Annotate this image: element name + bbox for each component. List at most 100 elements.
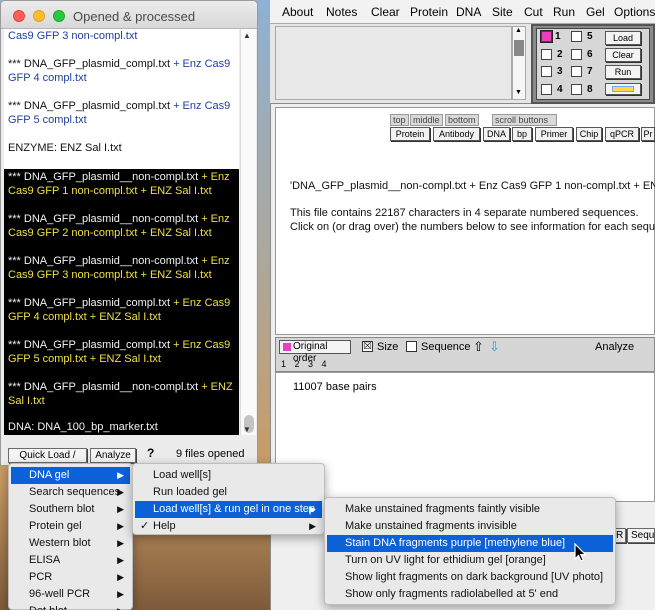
file-entry-line: *** DNA_GFP_plasmid__non-compl.txt + Enz bbox=[8, 170, 239, 184]
tool-bp-button[interactable]: bp bbox=[512, 127, 532, 141]
load-run-menu-item-label: Turn on UV light for ethidium gel [orang… bbox=[345, 554, 546, 566]
file-entry[interactable]: *** DNA_GFP_plasmid__non-compl.txt + ENZ… bbox=[4, 379, 239, 419]
menu-gel[interactable]: Gel bbox=[586, 5, 605, 19]
preview-scrollbar[interactable]: ▲ ▼ bbox=[512, 26, 526, 100]
menu-notes[interactable]: Notes bbox=[326, 5, 357, 19]
lane-checkbox-5[interactable] bbox=[571, 31, 582, 42]
size-checkbox[interactable]: ☒ bbox=[362, 341, 373, 352]
lane-checkbox-3[interactable] bbox=[541, 66, 552, 77]
scroll-top-tab[interactable]: top bbox=[390, 114, 409, 126]
down-arrow-icon[interactable]: ⇩ bbox=[489, 339, 500, 355]
main-menu-item[interactable]: PCR ▶ bbox=[11, 569, 130, 586]
analyze-button[interactable]: Analyze bbox=[90, 448, 136, 463]
lane-checkbox-2[interactable] bbox=[541, 49, 552, 60]
menu-site[interactable]: Site bbox=[492, 5, 513, 19]
stain-color-swatch bbox=[612, 86, 634, 92]
main-menu-item[interactable]: ELISA ▶ bbox=[11, 552, 130, 569]
up-arrow-icon[interactable]: ⇧ bbox=[473, 339, 484, 355]
maximize-icon[interactable] bbox=[53, 10, 65, 22]
file-entry-text: *** DNA_GFP_plasmid__non-compl.txt bbox=[8, 171, 199, 183]
sequence-button[interactable]: Seque bbox=[627, 528, 655, 543]
minimize-icon[interactable] bbox=[33, 10, 45, 22]
help-button[interactable]: ? bbox=[147, 446, 154, 460]
scrollbar-thumb[interactable] bbox=[514, 40, 524, 56]
main-menu-item[interactable]: DNA gel ▶ bbox=[11, 467, 130, 484]
tool-protein-button[interactable]: Protein bbox=[390, 127, 430, 141]
menu-options[interactable]: Options bbox=[614, 5, 655, 19]
scroll-bottom-tab[interactable]: bottom bbox=[445, 114, 479, 126]
tool-chip-button[interactable]: Chip bbox=[576, 127, 602, 141]
file-entry[interactable]: *** DNA_GFP_plasmid_compl.txt + Enz Cas9… bbox=[4, 337, 239, 379]
lane-checkbox-6[interactable] bbox=[571, 49, 582, 60]
analyze-button[interactable]: Analyze bbox=[595, 341, 634, 353]
up-arrow-icon[interactable]: ▲ bbox=[243, 31, 251, 40]
dna-gel-menu-item[interactable]: Load well[s] bbox=[135, 467, 322, 484]
file-entry[interactable]: *** DNA_GFP_plasmid__non-compl.txt + Enz… bbox=[4, 169, 239, 211]
main-menu-item[interactable]: Southern blot ▶ bbox=[11, 501, 130, 518]
dna-gel-menu-item[interactable]: Load well[s] & run gel in one step ▶ bbox=[135, 501, 322, 518]
file-entry[interactable]: ENZYME: ENZ Sal I.txt bbox=[4, 141, 239, 169]
lane-checkbox-1[interactable] bbox=[540, 30, 553, 43]
file-entry[interactable]: *** DNA_GFP_plasmid_compl.txt + Enz Cas9… bbox=[4, 99, 239, 127]
scroll-middle-tab[interactable]: middle bbox=[410, 114, 443, 126]
menu-run[interactable]: Run bbox=[553, 5, 575, 19]
file-entry-text: Cas9 GFP 3 non-compl.txt + ENZ Sal I.txt bbox=[8, 269, 212, 281]
main-menu-item-label: PCR bbox=[29, 571, 53, 583]
tool-qpcr-button[interactable]: qPCR bbox=[605, 127, 639, 141]
file-entry-text: *** DNA_GFP_plasmid_compl.txt bbox=[8, 339, 171, 351]
load-run-menu-item[interactable]: Make unstained fragments invisible bbox=[327, 518, 613, 535]
window-titlebar[interactable]: Opened & processed bbox=[1, 1, 257, 29]
clear-button[interactable]: Clear bbox=[605, 48, 641, 62]
load-button[interactable]: Load bbox=[605, 31, 641, 45]
main-menu-item-label: Southern blot bbox=[29, 503, 95, 515]
dna-gel-menu-item-label: Load well[s] & run gel in one step bbox=[153, 503, 316, 515]
file-entry[interactable]: *** DNA_GFP_plasmid__non-compl.txt + Enz… bbox=[4, 211, 239, 253]
tool-dna-button[interactable]: DNA bbox=[483, 127, 510, 141]
menu-dna[interactable]: DNA bbox=[456, 5, 481, 19]
load-run-menu-item[interactable]: Stain DNA fragments purple [methylene bl… bbox=[327, 535, 613, 552]
load-run-menu-item[interactable]: Show only fragments radiolabelled at 5' … bbox=[327, 586, 613, 603]
down-arrow-icon[interactable]: ▼ bbox=[515, 89, 522, 96]
main-menu-item[interactable]: Western blot ▶ bbox=[11, 535, 130, 552]
down-arrow-icon[interactable]: ▼ bbox=[243, 425, 251, 434]
file-entry-line: GFP 4 compl.txt + ENZ Sal I.txt bbox=[8, 310, 239, 324]
load-run-menu-item[interactable]: Make unstained fragments faintly visible bbox=[327, 501, 613, 518]
quick-load-run-button[interactable]: Quick Load / Run bbox=[8, 448, 87, 474]
main-menu-item[interactable]: 96-well PCR ▶ bbox=[11, 586, 130, 603]
load-run-menu-item[interactable]: Show light fragments on dark background … bbox=[327, 569, 613, 586]
submenu-arrow-icon: ▶ bbox=[117, 555, 124, 565]
tool-pr-button[interactable]: Pr bbox=[641, 127, 655, 141]
load-run-menu-item-label: Make unstained fragments faintly visible bbox=[345, 503, 541, 515]
file-entry-line: *** DNA_GFP_plasmid__non-compl.txt + Enz bbox=[8, 254, 239, 268]
lane-checkbox-4[interactable] bbox=[541, 84, 552, 95]
main-menu-item[interactable]: Protein gel ▶ bbox=[11, 518, 130, 535]
file-entry[interactable]: *** DNA_GFP_plasmid_compl.txt + Enz Cas9… bbox=[4, 295, 239, 337]
sequence-checkbox[interactable] bbox=[406, 341, 417, 352]
close-icon[interactable] bbox=[13, 10, 25, 22]
lane-checkbox-8[interactable] bbox=[571, 84, 582, 95]
run-button[interactable]: Run bbox=[605, 65, 641, 79]
lane-checkbox-7[interactable] bbox=[571, 66, 582, 77]
original-order-marker bbox=[283, 343, 291, 351]
file-entry[interactable]: *** DNA_GFP_plasmid__non-compl.txt + Enz… bbox=[4, 253, 239, 295]
file-list-scrollbar[interactable]: ▲ ▼ bbox=[240, 29, 256, 435]
dna-gel-menu-item[interactable]: Help ✓ ▶ bbox=[135, 518, 322, 535]
file-entry[interactable]: DNA: DNA_100_bp_marker.txt bbox=[4, 419, 239, 435]
load-run-submenu: Make unstained fragments faintly visible… bbox=[324, 497, 616, 605]
main-menu-item[interactable]: Dot blot ▶ bbox=[11, 603, 130, 610]
menu-about[interactable]: About bbox=[282, 5, 313, 19]
up-arrow-icon[interactable]: ▲ bbox=[515, 27, 522, 34]
file-entry[interactable]: *** DNA_GFP_plasmid_compl.txt + Enz Cas9… bbox=[4, 57, 239, 85]
tool-primer-button[interactable]: Primer bbox=[535, 127, 573, 141]
menu-protein[interactable]: Protein bbox=[410, 5, 448, 19]
submenu-arrow-icon: ▶ bbox=[309, 521, 316, 531]
file-list[interactable]: Cas9 GFP 3 non-compl.txt *** DNA_GFP_plas… bbox=[4, 29, 239, 435]
sequence-numbers[interactable]: 1 2 3 4 bbox=[281, 359, 330, 369]
load-run-menu-item[interactable]: Turn on UV light for ethidium gel [orang… bbox=[327, 552, 613, 569]
menu-clear[interactable]: Clear bbox=[371, 5, 400, 19]
tool-antibody-button[interactable]: Antibody bbox=[433, 127, 480, 141]
file-entry[interactable]: Cas9 GFP 3 non-compl.txt bbox=[4, 29, 239, 47]
main-menu-item[interactable]: Search sequences ▶ bbox=[11, 484, 130, 501]
menu-cut[interactable]: Cut bbox=[524, 5, 543, 19]
dna-gel-menu-item[interactable]: Run loaded gel bbox=[135, 484, 322, 501]
